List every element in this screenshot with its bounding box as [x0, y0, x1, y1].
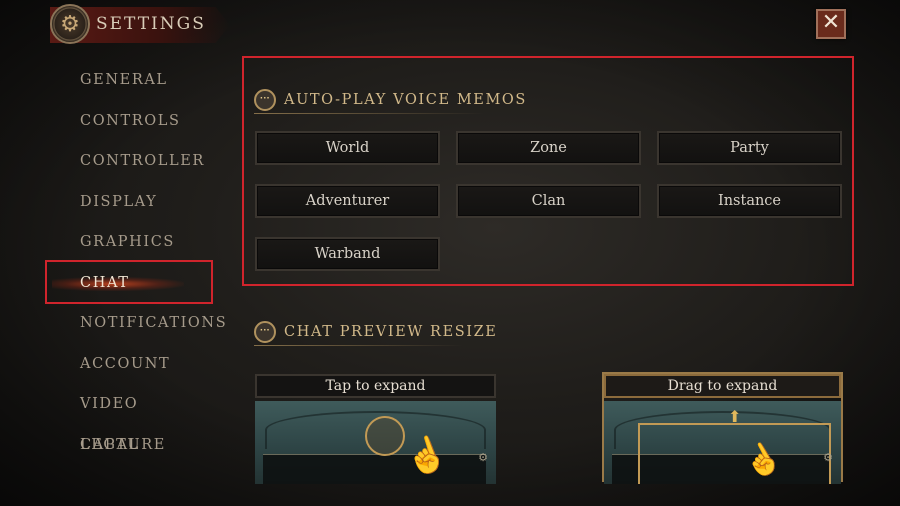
voice-memos-header: ··· AUTO-PLAY VOICE MEMOS — [254, 89, 527, 111]
memo-button-instance[interactable]: Instance — [657, 184, 842, 218]
chat-highlight-box — [45, 260, 213, 304]
gear-icon: ⚙ — [823, 452, 833, 464]
sidebar-item-display[interactable]: DISPLAY — [46, 182, 214, 223]
sidebar-item-label: ACCOUNT — [80, 355, 171, 372]
preview-option-tap[interactable]: Tap to expand ☝ ⚙ — [255, 374, 496, 484]
sidebar-item-general[interactable]: GENERAL — [46, 60, 214, 101]
preview-option-drag[interactable]: Drag to expand ⬆ ☝ ⚙ — [602, 372, 843, 484]
drag-frame — [638, 423, 831, 484]
sidebar-item-notifications[interactable]: NOTIFICATIONS — [46, 303, 226, 344]
preview-option-label: Tap to expand — [255, 374, 496, 398]
memo-button-party[interactable]: Party — [657, 131, 842, 165]
memo-button-warband[interactable]: Warband — [255, 237, 440, 271]
arrow-up-icon: ⬆ — [728, 409, 742, 426]
memo-button-world[interactable]: World — [255, 131, 440, 165]
sidebar-item-label: DISPLAY — [80, 193, 158, 210]
chat-bubble-icon: ··· — [254, 321, 276, 343]
close-button[interactable]: ✕ — [816, 9, 846, 39]
sidebar-item-graphics[interactable]: GRAPHICS — [46, 222, 214, 263]
sidebar-item-label: NOTIFICATIONS — [80, 315, 228, 331]
page-title: SETTINGS — [96, 14, 206, 34]
gear-icon: ⚙ — [478, 452, 488, 464]
chat-preview-header: ··· CHAT PREVIEW RESIZE — [254, 321, 497, 343]
preview-option-label: Drag to expand — [604, 374, 841, 398]
gear-icon: ⚙ — [50, 4, 90, 44]
sidebar-item-account[interactable]: ACCOUNT — [46, 344, 214, 385]
voice-memos-title: AUTO-PLAY VOICE MEMOS — [284, 92, 527, 108]
section-divider — [254, 345, 464, 346]
memo-button-zone[interactable]: Zone — [456, 131, 641, 165]
chat-bubble-icon: ··· — [254, 89, 276, 111]
memo-button-clan[interactable]: Clan — [456, 184, 641, 218]
sidebar-item-label: GRAPHICS — [80, 234, 175, 250]
sidebar-item-controls[interactable]: CONTROLS — [46, 101, 214, 142]
preview-image: ☝ ⚙ — [255, 401, 496, 484]
sidebar-item-video-capture[interactable]: VIDEO CAPTURE — [46, 384, 214, 453]
sidebar-item-label: LEGAL — [80, 436, 140, 453]
preview-image: ⬆ ☝ ⚙ — [604, 401, 841, 484]
sidebar-item-label: CONTROLS — [80, 112, 181, 129]
memo-button-adventurer[interactable]: Adventurer — [255, 184, 440, 218]
chat-preview-title: CHAT PREVIEW RESIZE — [284, 324, 498, 340]
sidebar-item-legal[interactable]: LEGAL — [46, 425, 214, 466]
scene-chat-bar — [263, 454, 486, 484]
tap-circle-icon — [365, 416, 405, 456]
sidebar-item-label: GENERAL — [80, 72, 168, 88]
sidebar-item-controller[interactable]: CONTROLLER — [46, 141, 214, 182]
section-divider — [254, 113, 484, 114]
sidebar-item-label: CONTROLLER — [80, 153, 205, 169]
